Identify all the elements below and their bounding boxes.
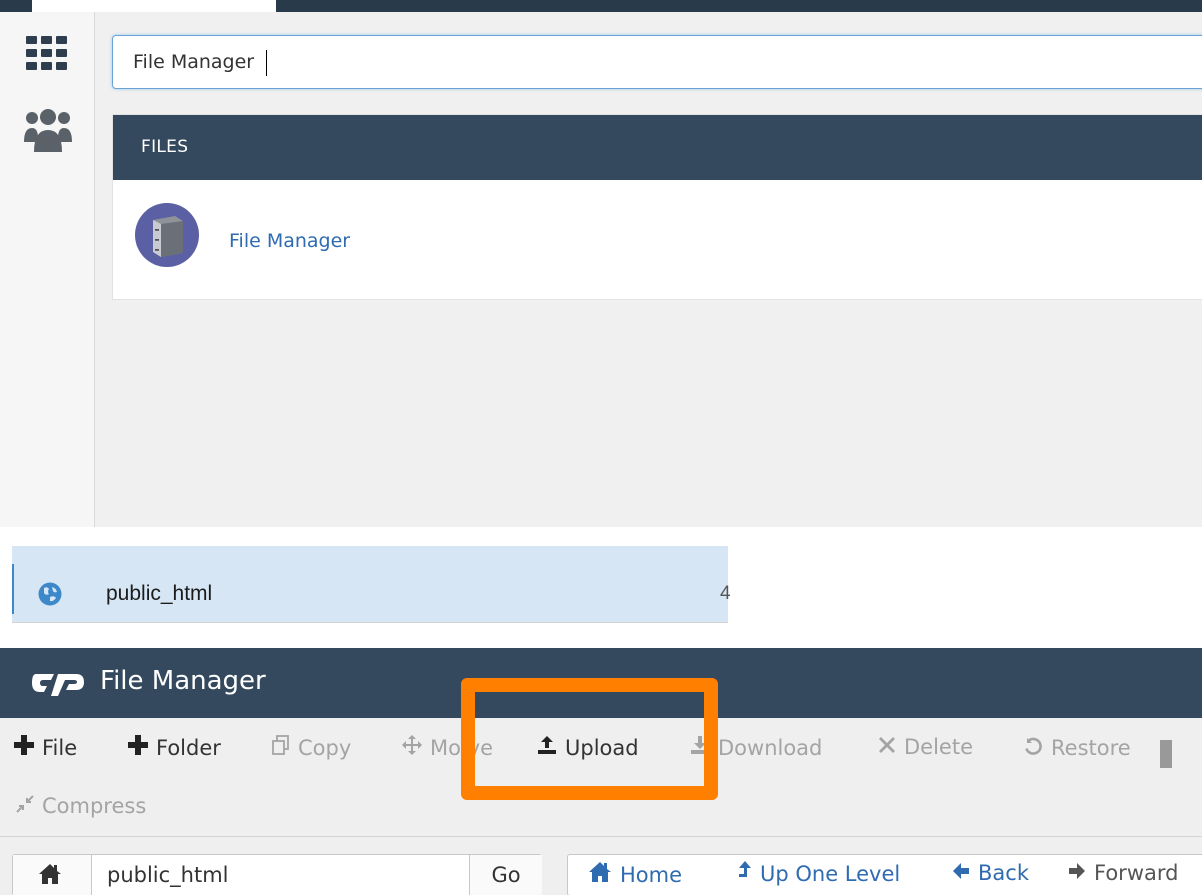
globe-icon	[38, 582, 62, 606]
file-cabinet-icon[interactable]	[135, 203, 199, 267]
new-file-button[interactable]: File	[14, 735, 77, 760]
compress-label: Compress	[42, 794, 147, 818]
level-up-icon	[738, 861, 752, 886]
directory-row[interactable]: public_html 4	[12, 546, 731, 623]
home-icon	[588, 861, 612, 888]
copy-icon	[272, 735, 290, 760]
cpanel-logo	[32, 674, 84, 696]
files-results-card: FILES File Manager	[112, 114, 1202, 300]
copy-label: Copy	[298, 735, 352, 760]
top-nav-tab[interactable]	[32, 0, 276, 12]
directory-size: 4	[720, 583, 731, 604]
new-folder-button[interactable]: Folder	[128, 735, 221, 760]
new-folder-label: Folder	[156, 735, 221, 760]
search-input[interactable]	[112, 35, 1202, 89]
up-one-level-label: Up One Level	[760, 861, 901, 886]
back-label: Back	[978, 861, 1029, 885]
download-label: Download	[718, 735, 823, 760]
files-section-header: FILES	[113, 115, 1202, 180]
home-icon	[39, 864, 61, 884]
go-button[interactable]: Go	[469, 855, 542, 895]
forward-button[interactable]: Forward	[1068, 861, 1178, 885]
toolbar-overflow-icon	[1160, 740, 1172, 768]
plus-icon	[14, 735, 34, 760]
plus-icon	[128, 735, 148, 760]
page-title: File Manager	[100, 666, 266, 696]
home-button[interactable]: Home	[588, 861, 682, 888]
delete-label: Delete	[904, 735, 973, 759]
toolbar-divider	[0, 836, 1202, 837]
arrow-left-icon	[952, 861, 970, 885]
users-icon[interactable]	[22, 108, 74, 154]
arrow-right-icon	[1068, 861, 1086, 885]
path-input[interactable]	[99, 855, 475, 895]
home-label: Home	[620, 862, 683, 887]
delete-button[interactable]: Delete	[878, 735, 973, 759]
grid-icon[interactable]	[26, 36, 68, 70]
navigation-bar: Home Up One Level Back Forward	[567, 854, 1202, 895]
restore-button[interactable]: Restore	[1023, 735, 1131, 760]
path-bar: Go	[12, 854, 542, 895]
section-title: FILES	[141, 137, 189, 157]
sidebar	[0, 12, 95, 527]
forward-label: Forward	[1094, 861, 1179, 885]
compress-icon	[16, 794, 34, 818]
file-manager-link[interactable]: File Manager	[229, 230, 350, 252]
back-button[interactable]: Back	[952, 861, 1029, 885]
close-icon	[878, 735, 896, 759]
text-caret	[266, 50, 267, 76]
move-icon	[402, 735, 422, 760]
copy-button[interactable]: Copy	[272, 735, 351, 760]
cpanel-search-panel: FILES File Manager	[0, 0, 1202, 527]
selection-accent	[12, 564, 14, 614]
undo-icon	[1023, 735, 1043, 760]
upload-highlight-box	[461, 678, 718, 800]
new-file-label: File	[42, 735, 78, 760]
path-home-button[interactable]	[13, 855, 92, 895]
up-one-level-button[interactable]: Up One Level	[738, 861, 900, 886]
directory-name[interactable]: public_html	[106, 582, 212, 606]
compress-button[interactable]: Compress	[16, 794, 146, 818]
restore-label: Restore	[1051, 735, 1131, 760]
